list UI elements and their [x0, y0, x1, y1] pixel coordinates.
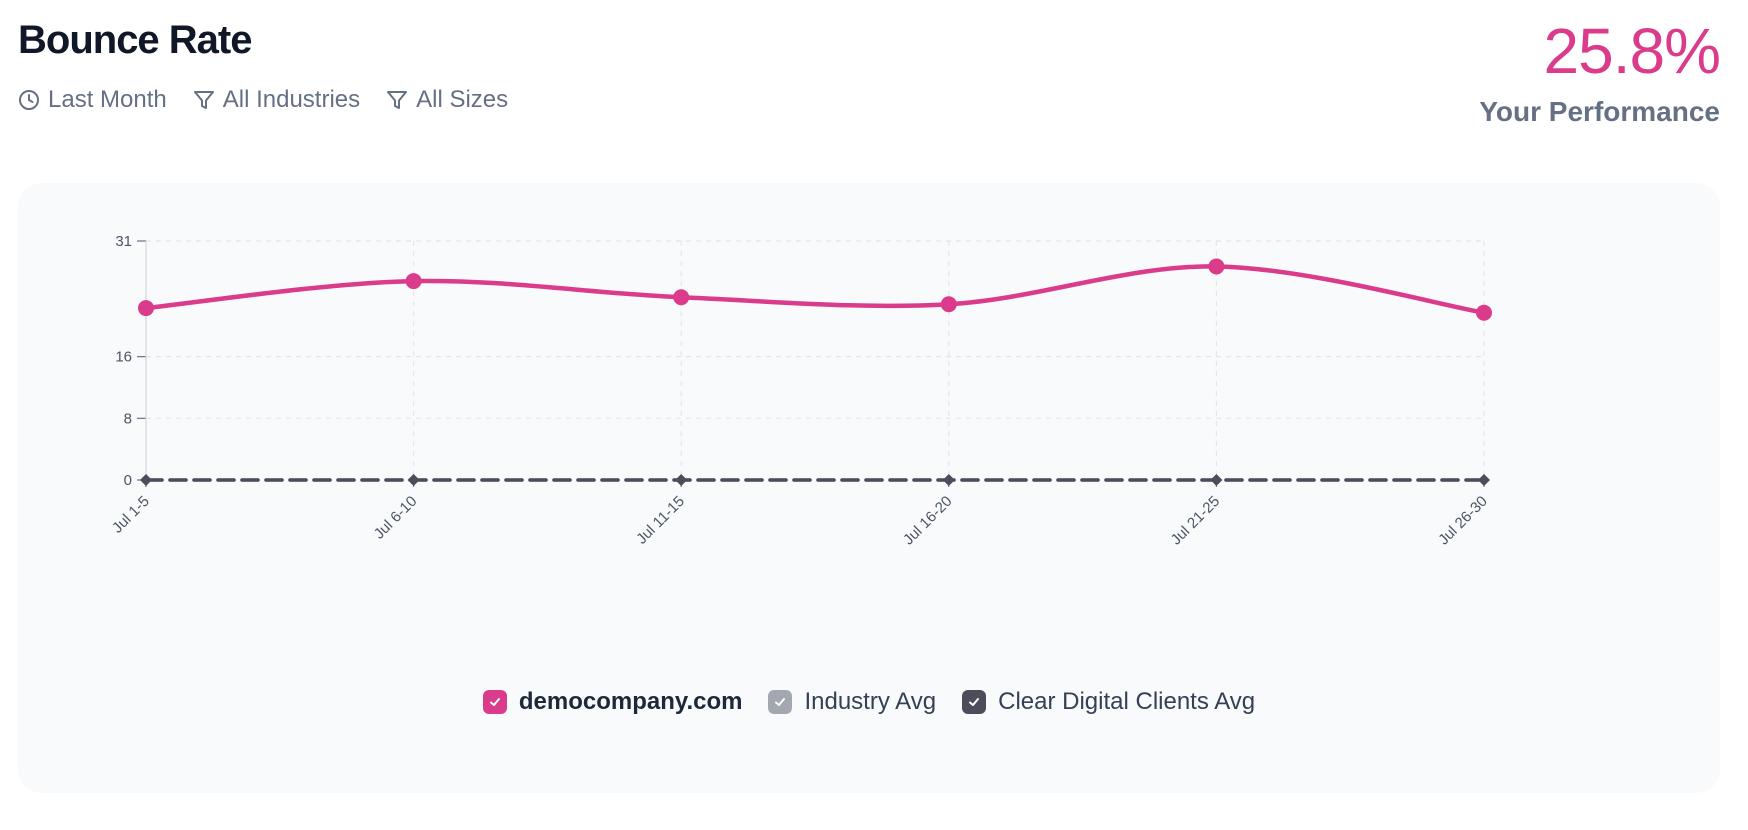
checkbox-checked-icon[interactable]: [482, 690, 507, 714]
period-filter[interactable]: Last Month: [18, 86, 167, 114]
x-tick-label: Jul 21-25: [1168, 493, 1224, 549]
x-tick-label: Jul 16-20: [900, 493, 956, 549]
y-tick-label: 0: [124, 472, 132, 489]
data-point-democompany-com: [673, 289, 690, 306]
x-tick-label: Jul 1-5: [109, 493, 153, 537]
y-tick-label: 8: [124, 410, 132, 427]
data-point-clear-digital-clients-avg: [140, 474, 152, 486]
x-tick-label: Jul 26-30: [1435, 493, 1491, 549]
data-point-democompany-com: [138, 300, 154, 317]
checkbox-checked-icon[interactable]: [962, 690, 987, 714]
filter-icon: [386, 89, 408, 111]
data-point-clear-digital-clients-avg: [1210, 474, 1223, 486]
page-title: Bounce Rate: [18, 18, 252, 62]
clock-icon: [18, 89, 40, 111]
data-point-clear-digital-clients-avg: [675, 474, 688, 486]
legend-item-industry-avg[interactable]: Industry Avg: [768, 688, 936, 716]
data-point-clear-digital-clients-avg: [942, 474, 955, 486]
industry-filter-label: All Industries: [222, 86, 361, 113]
y-tick-label: 31: [115, 233, 132, 250]
performance-label: Your Performance: [1479, 96, 1720, 127]
data-point-clear-digital-clients-avg: [1478, 474, 1490, 486]
legend-label: Industry Avg: [804, 688, 937, 715]
size-filter-label: All Sizes: [416, 86, 509, 113]
legend-label: Clear Digital Clients Avg: [998, 688, 1256, 715]
data-point-democompany-com: [1208, 258, 1225, 275]
filter-bar: Last Month All Industries All Sizes: [18, 86, 508, 114]
data-point-democompany-com: [940, 296, 957, 313]
series-line-democompany-com: [143, 264, 1487, 315]
checkbox-checked-icon[interactable]: [768, 690, 793, 714]
data-point-democompany-com: [1476, 304, 1492, 321]
size-filter[interactable]: All Sizes: [386, 86, 508, 114]
performance-score: 25.8%: [1543, 15, 1721, 87]
line-chart: 0 8 16 31 Jul 1-5 Jul 6-10 Jul 11-15 Jul 16-20 J…: [109, 233, 1492, 549]
legend-item-clients-avg[interactable]: Clear Digital Clients Avg: [962, 688, 1255, 716]
x-tick-label: Jul 6-10: [371, 493, 421, 543]
x-tick-label: Jul 11-15: [633, 493, 688, 548]
chart-legend: democompany.com Industry Avg Clear Digit…: [18, 688, 1720, 716]
filter-icon: [193, 89, 215, 111]
data-point-clear-digital-clients-avg: [407, 474, 420, 486]
data-point-democompany-com: [405, 273, 422, 290]
legend-label: democompany.com: [518, 688, 743, 715]
legend-item-democompany[interactable]: democompany.com: [482, 688, 743, 716]
chart-card: 0 8 16 31 Jul 1-5 Jul 6-10 Jul 11-15 Jul 16-20 J…: [18, 183, 1720, 793]
industry-filter[interactable]: All Industries: [193, 86, 360, 114]
y-tick-label: 16: [115, 349, 132, 366]
period-filter-label: Last Month: [48, 86, 167, 113]
